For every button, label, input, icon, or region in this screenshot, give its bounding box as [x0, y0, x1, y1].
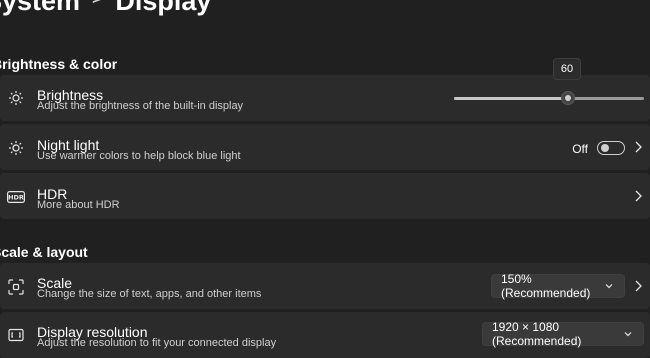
- night-light-toggle[interactable]: [597, 141, 625, 155]
- hdr-icon: HDR: [6, 188, 26, 206]
- section-header-brightness-color: Brightness & color: [0, 56, 118, 72]
- display-resolution-card: Display resolution Adjust the resolution…: [0, 312, 650, 358]
- chevron-right-icon[interactable]: [634, 279, 642, 293]
- scale-description: Change the size of text, apps, and other…: [37, 288, 262, 300]
- breadcrumb: System > Display: [0, 0, 211, 17]
- section-header-scale-layout: Scale & layout: [0, 244, 88, 260]
- night-light-description: Use warmer colors to help block blue lig…: [37, 150, 241, 162]
- brightness-slider[interactable]: [454, 91, 644, 105]
- hdr-card[interactable]: HDR HDR More about HDR: [0, 173, 650, 219]
- resolution-icon: [7, 326, 25, 344]
- scale-icon: [7, 278, 25, 296]
- page-title: Display: [115, 0, 212, 16]
- sun-icon: [7, 89, 25, 107]
- hdr-more-link[interactable]: More about HDR: [37, 199, 120, 211]
- chevron-right-icon[interactable]: [634, 140, 642, 154]
- night-light-card[interactable]: Night light Use warmer colors to help bl…: [0, 124, 650, 170]
- display-resolution-description: Adjust the resolution to fit your connec…: [37, 337, 277, 349]
- brightness-slider-thumb[interactable]: [561, 91, 575, 105]
- brightness-description: Adjust the brightness of the built-in di…: [37, 100, 244, 112]
- toggle-knob: [601, 144, 609, 152]
- scale-dropdown[interactable]: 150% (Recommended): [491, 272, 625, 300]
- chevron-down-icon: [604, 280, 614, 290]
- display-resolution-dropdown[interactable]: 1920 × 1080 (Recommended): [482, 320, 644, 348]
- scale-card[interactable]: Scale Change the size of text, apps, and…: [0, 263, 650, 309]
- display-resolution-dropdown-value: 1920 × 1080 (Recommended): [492, 320, 582, 348]
- breadcrumb-separator: >: [92, 0, 101, 9]
- brightness-card: Brightness Adjust the brightness of the …: [0, 75, 650, 121]
- brightness-slider-fill: [454, 97, 568, 100]
- breadcrumb-parent[interactable]: System: [0, 0, 80, 17]
- night-light-toggle-state: Off: [572, 142, 588, 156]
- brightness-value-tooltip: 60: [553, 58, 581, 80]
- night-light-icon: [7, 139, 25, 157]
- chevron-right-icon[interactable]: [634, 189, 642, 203]
- hdr-icon-text: HDR: [8, 194, 24, 202]
- chevron-down-icon: [623, 328, 633, 338]
